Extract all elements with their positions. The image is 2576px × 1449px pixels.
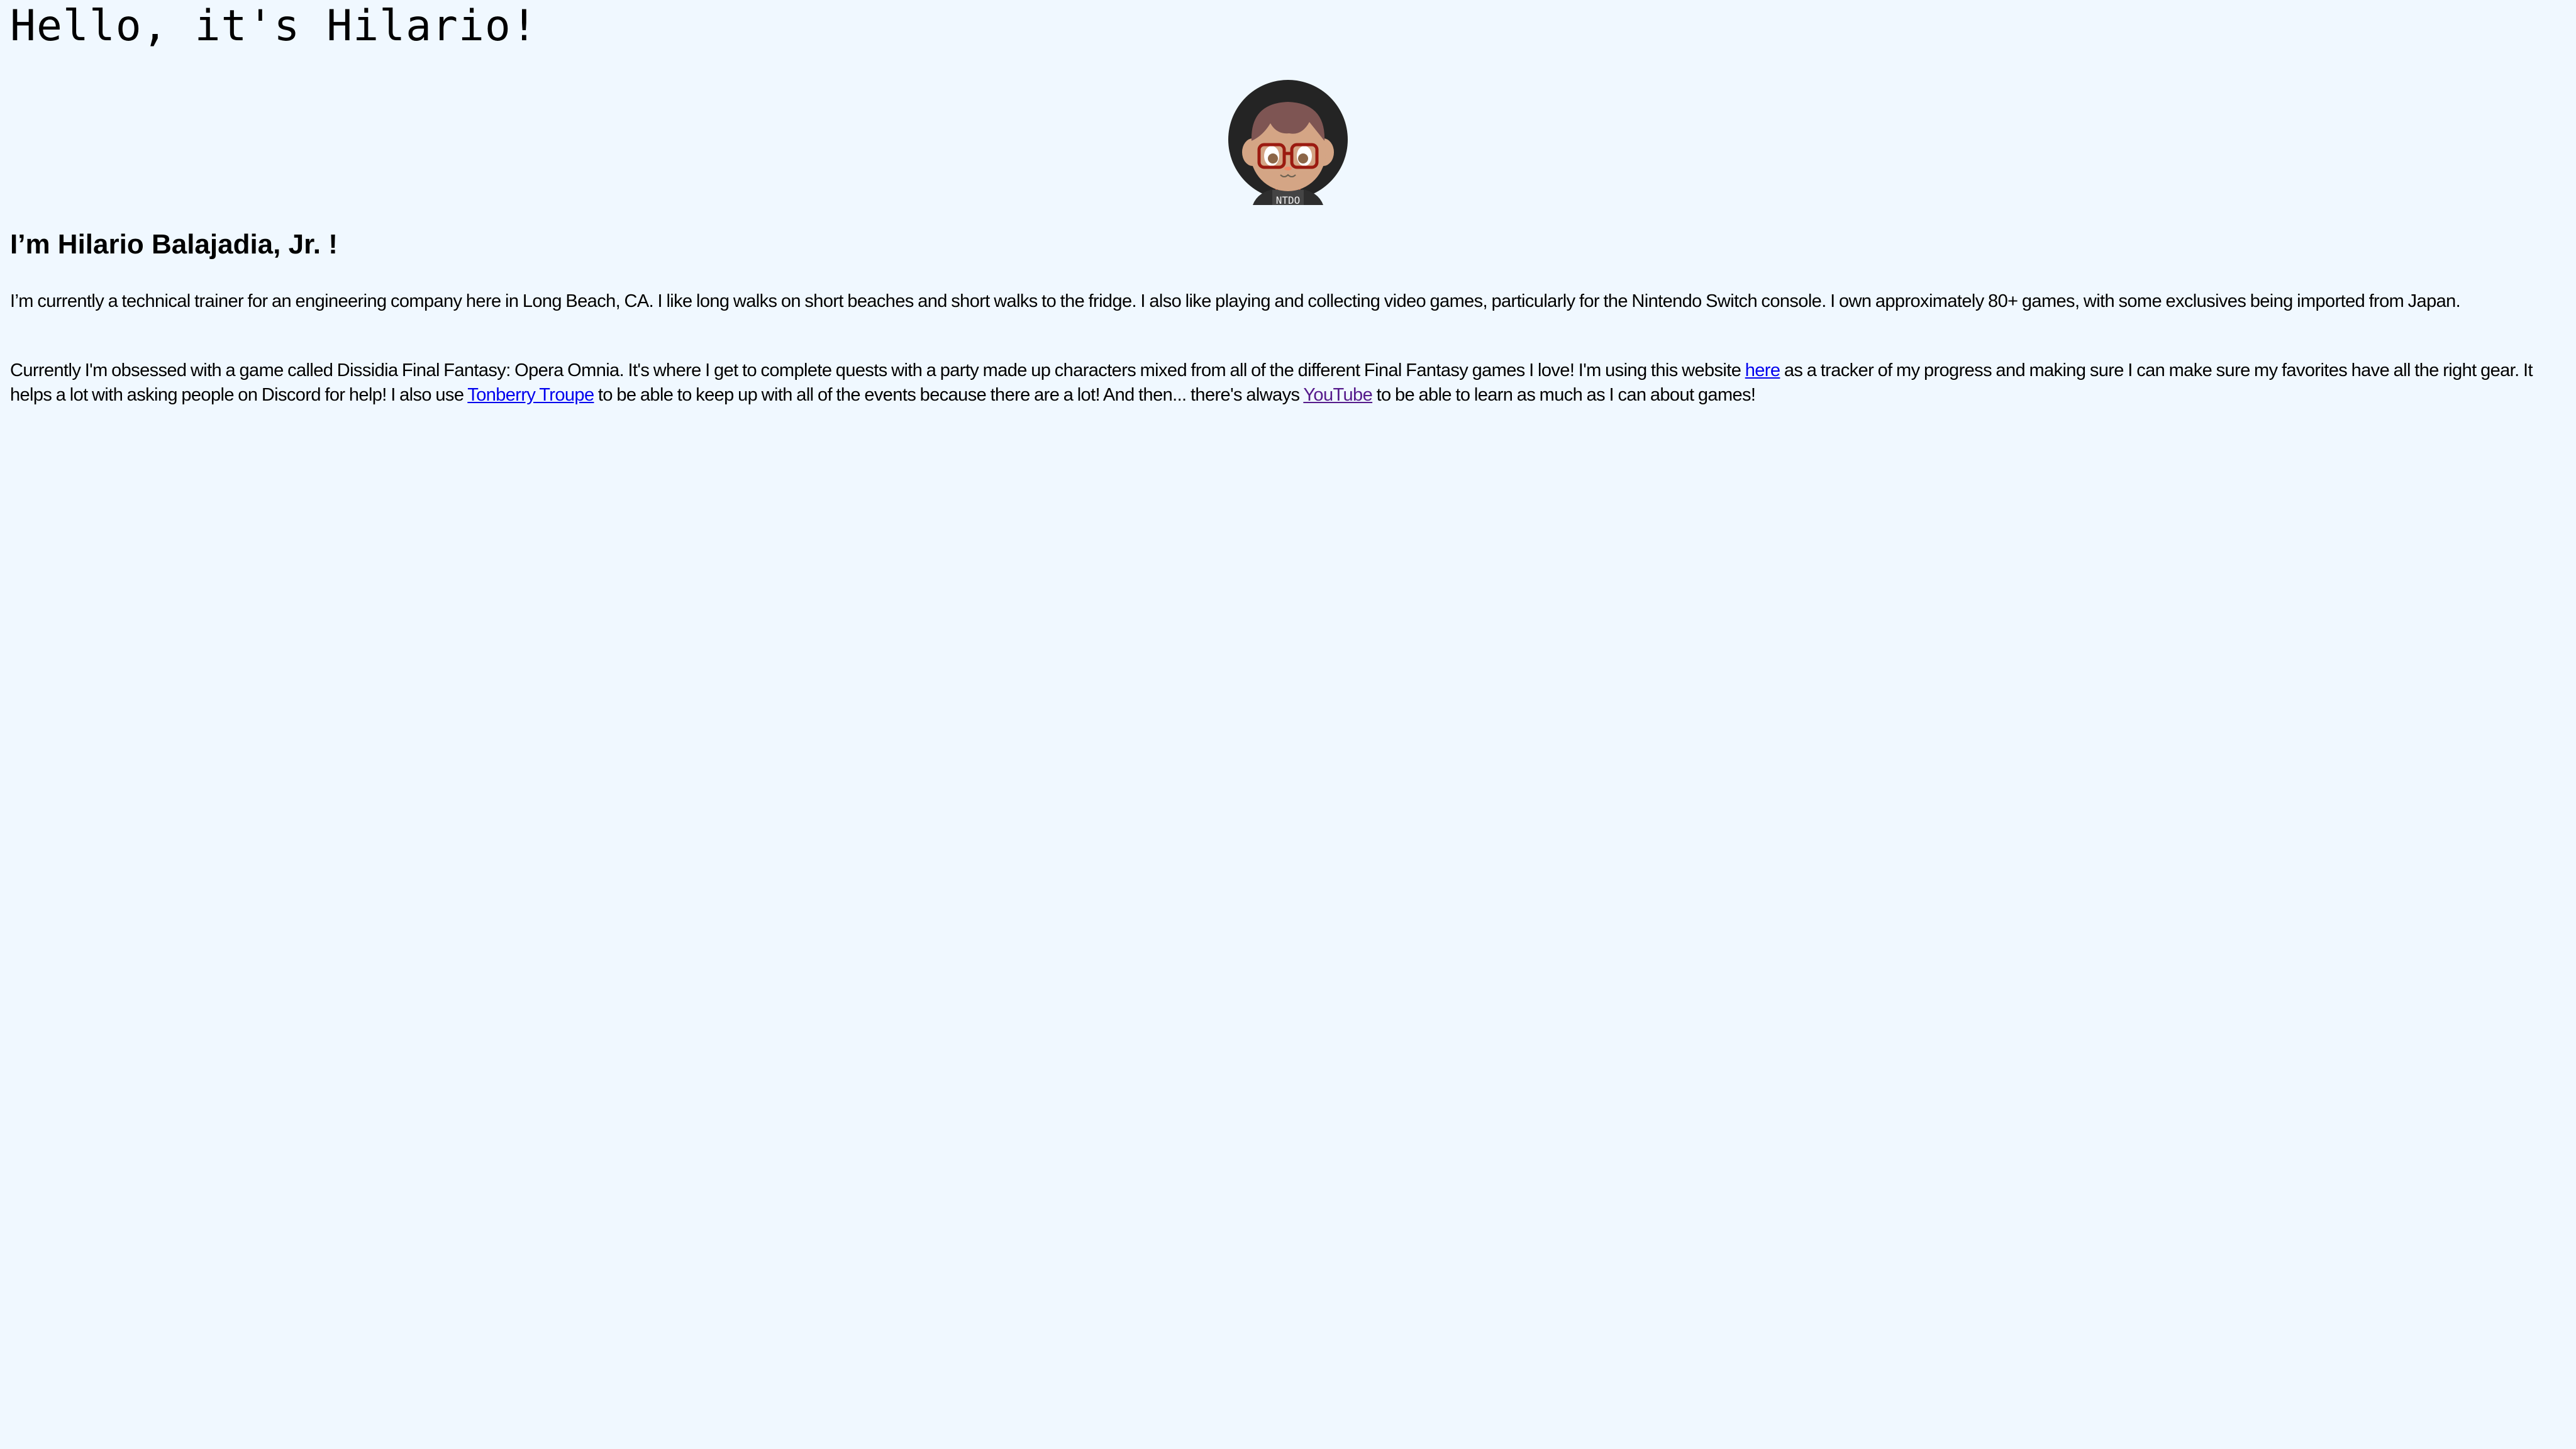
paragraph-text: Currently I'm obsessed with a game calle… [10, 360, 1745, 380]
paragraph-text: to be able to keep up with all of the ev… [594, 385, 1304, 405]
youtube-link[interactable]: YouTube [1303, 385, 1372, 405]
tonberry-troupe-link[interactable]: Tonberry Troupe [467, 385, 594, 405]
tracker-website-link[interactable]: here [1745, 360, 1780, 380]
avatar-illustration: NTDO [1228, 80, 1348, 205]
page-title: Hello, it's Hilario! [10, 1, 538, 51]
intro-paragraph: I’m currently a technical trainer for an… [10, 291, 2461, 311]
shirt-text: NTDO [1276, 194, 1301, 205]
paragraph-text: to be able to learn as much as I can abo… [1372, 385, 1756, 405]
intro-heading: I’m Hilario Balajadia, Jr. ! [10, 229, 338, 260]
hobby-paragraph: Currently I'm obsessed with a game calle… [10, 358, 2566, 408]
avatar: NTDO [1226, 78, 1350, 205]
